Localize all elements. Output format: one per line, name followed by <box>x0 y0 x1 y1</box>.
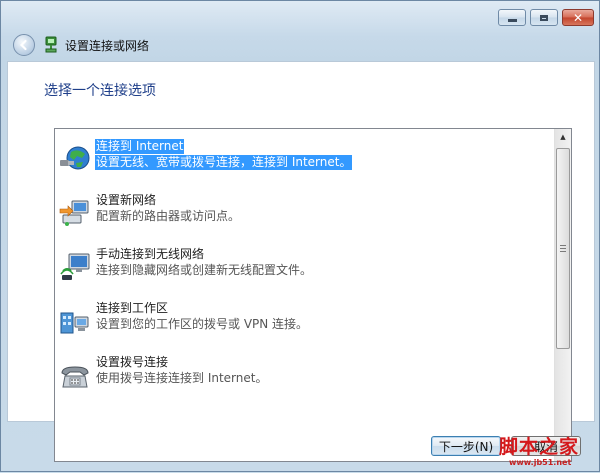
close-icon: ✕ <box>572 10 584 25</box>
option-title: 设置拨号连接 <box>96 355 169 369</box>
close-button[interactable]: ✕ <box>562 9 594 26</box>
globe-network-icon <box>60 146 90 170</box>
scrollbar-thumb[interactable] <box>556 148 570 349</box>
page-heading: 选择一个连接选项 <box>44 83 156 99</box>
maximize-button[interactable] <box>530 9 558 26</box>
wireless-network-icon <box>60 253 90 280</box>
option-description: 设置无线、宽带或拨号连接，连接到 Internet。 <box>95 155 353 170</box>
vertical-scrollbar[interactable]: ▲ ▼ <box>554 129 571 461</box>
network-setup-icon <box>45 36 57 53</box>
window-frame: ✕ 设置连接或网络 选择一个连接选项 连接到 Internet 设置无线、宽带或… <box>0 0 600 472</box>
option-setup-dialup[interactable]: 设置拨号连接 使用拨号连接连接到 Internet。 <box>59 355 547 403</box>
minimize-icon <box>507 19 517 22</box>
option-connect-workplace[interactable]: 连接到工作区 设置到您的工作区的拨号或 VPN 连接。 <box>59 301 547 349</box>
option-description: 使用拨号连接连接到 Internet。 <box>96 371 268 385</box>
grip-icon <box>560 245 566 252</box>
maximize-icon <box>540 14 548 21</box>
wizard-footer: 下一步(N) 取消 脚本之家 www.jb51.net <box>1 422 600 473</box>
dialup-phone-icon <box>61 366 89 388</box>
option-title: 连接到工作区 <box>96 301 169 315</box>
option-description: 设置到您的工作区的拨号或 VPN 连接。 <box>96 317 309 331</box>
option-title: 设置新网络 <box>96 193 157 207</box>
option-description: 配置新的路由器或访问点。 <box>96 209 241 223</box>
back-button[interactable] <box>13 34 35 56</box>
back-arrow-icon <box>19 39 27 51</box>
window-title: 设置连接或网络 <box>65 39 150 53</box>
option-connect-internet[interactable]: 连接到 Internet 设置无线、宽带或拨号连接，连接到 Internet。 <box>59 139 547 187</box>
wizard-content: 选择一个连接选项 连接到 Internet 设置无线、宽带或拨号连接，连接到 I… <box>7 61 595 462</box>
watermark-logo: 脚本之家 <box>499 436 580 458</box>
new-network-icon <box>59 200 89 226</box>
connection-options-list[interactable]: 连接到 Internet 设置无线、宽带或拨号连接，连接到 Internet。 … <box>54 128 572 462</box>
option-title: 手动连接到无线网络 <box>96 247 205 261</box>
watermark-url: www.jb51.net <box>509 458 572 467</box>
option-manual-wireless[interactable]: 手动连接到无线网络 连接到隐藏网络或创建新无线配置文件。 <box>59 247 547 295</box>
workplace-icon <box>60 312 89 334</box>
option-title: 连接到 Internet <box>95 139 185 154</box>
option-description: 连接到隐藏网络或创建新无线配置文件。 <box>96 263 313 277</box>
option-setup-new-network[interactable]: 设置新网络 配置新的路由器或访问点。 <box>59 193 547 241</box>
next-button[interactable]: 下一步(N) <box>431 436 501 456</box>
scroll-up-arrow-icon[interactable]: ▲ <box>555 129 571 145</box>
minimize-button[interactable] <box>498 9 526 26</box>
